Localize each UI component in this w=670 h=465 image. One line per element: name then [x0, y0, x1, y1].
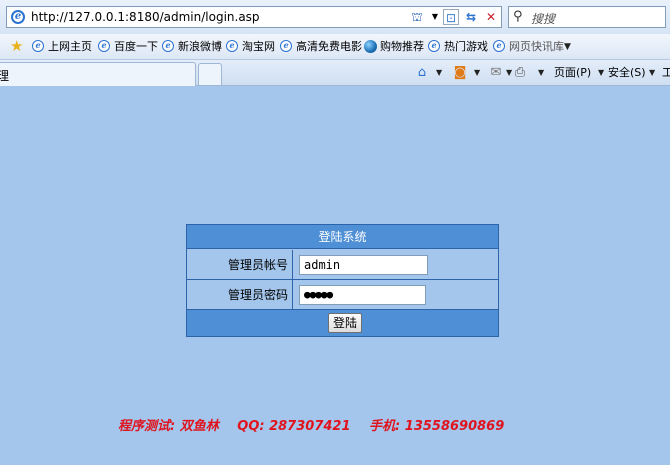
credits-line: 程序测试: 双鱼林 QQ: 287307421 手机: 13558690869: [118, 415, 504, 434]
page-menu[interactable]: 页面(P): [554, 65, 591, 81]
ie-page-icon: e: [280, 40, 292, 52]
favorite-label: 高清免费电影: [296, 40, 362, 53]
favorites-star-icon[interactable]: ★: [10, 38, 26, 54]
favorite-label: 新浪微博: [178, 40, 222, 53]
stop-icon[interactable]: ✕: [483, 9, 499, 25]
favorite-label: 百度一下: [114, 40, 158, 53]
password-input[interactable]: ●●●●●: [299, 285, 426, 305]
login-form: 登陆系统 管理员帐号 admin 管理员密码 ●●●●● 登陆: [186, 224, 499, 337]
credits-qq: QQ: 287307421: [237, 419, 351, 434]
tab-label: 理: [0, 69, 10, 83]
feeds-dropdown-icon[interactable]: ▼: [474, 65, 480, 81]
password-row: 管理员密码 ●●●●●: [187, 280, 498, 310]
compat-view-icon[interactable]: ⛫: [409, 9, 425, 25]
print-icon[interactable]: ⎙: [512, 65, 528, 81]
home-icon[interactable]: ⌂: [414, 65, 430, 81]
search-placeholder: 搜搜: [531, 12, 556, 26]
search-icon[interactable]: ⚲: [513, 10, 527, 24]
search-box[interactable]: ⚲ 搜搜: [508, 6, 666, 28]
home-dropdown-icon[interactable]: ▼: [436, 65, 442, 81]
credits-tester: 程序测试: 双鱼林: [118, 419, 219, 434]
ie-page-icon: e: [98, 40, 110, 52]
username-label: 管理员帐号: [187, 250, 293, 280]
tools-menu[interactable]: 工: [662, 65, 670, 81]
login-button[interactable]: 登陆: [328, 313, 362, 333]
password-label: 管理员密码: [187, 280, 293, 310]
refresh-icon[interactable]: ⇆: [463, 9, 479, 25]
mail-icon[interactable]: ✉: [488, 65, 504, 81]
login-title: 登陆系统: [187, 225, 498, 249]
print-dropdown-icon[interactable]: ▼: [538, 65, 544, 81]
safety-menu-caret-icon: ▼: [649, 68, 656, 77]
username-row: 管理员帐号 admin: [187, 250, 498, 280]
favorites-bar: ★ e 上网主页 e 百度一下 e 新浪微博 e 淘宝网 e 高清免费电影 购物…: [0, 34, 670, 60]
favorite-label: 网页快讯库: [509, 40, 564, 53]
safety-menu[interactable]: 安全(S): [608, 65, 646, 81]
compat-icon[interactable]: ⊡: [443, 9, 459, 25]
ie-page-icon: e: [11, 10, 25, 24]
credits-phone: 手机: 13558690869: [369, 419, 505, 434]
ie-page-icon: e: [162, 40, 174, 52]
ie-page-icon: e: [226, 40, 238, 52]
favorite-label: 淘宝网: [242, 40, 275, 53]
command-bar: 理 ⌂ ▼ ◙ ▼ ✉ ▼ ⎙ ▼ 页面(P) ▼ 安全(S) ▼ 工: [0, 60, 670, 86]
address-dropdown-icon[interactable]: ▼: [427, 9, 443, 25]
login-footer: 登陆: [187, 310, 498, 336]
page-menu-caret-icon: ▼: [598, 68, 605, 77]
ie-page-icon: e: [428, 40, 440, 52]
url-text[interactable]: http://127.0.0.1:8180/admin/login.asp: [31, 10, 260, 24]
username-input[interactable]: admin: [299, 255, 428, 275]
favorite-label: 热门游戏: [444, 40, 488, 53]
page-content: 登陆系统 管理员帐号 admin 管理员密码 ●●●●● 登陆 程序测试: 双鱼…: [0, 87, 670, 465]
tab-active[interactable]: 理: [0, 62, 196, 86]
favorite-label: 购物推荐: [380, 40, 424, 53]
ie-page-icon: e: [493, 40, 505, 52]
address-toolbar: e http://127.0.0.1:8180/admin/login.asp …: [0, 0, 670, 34]
address-bar[interactable]: e http://127.0.0.1:8180/admin/login.asp …: [6, 6, 502, 28]
feeds-icon[interactable]: ◙: [452, 65, 468, 81]
favorites-more-icon[interactable]: ▼: [564, 39, 571, 55]
favorite-label: 上网主页: [48, 40, 92, 53]
globe-icon: [364, 40, 377, 53]
new-tab-button[interactable]: [198, 63, 222, 85]
ie-page-icon: e: [32, 40, 44, 52]
